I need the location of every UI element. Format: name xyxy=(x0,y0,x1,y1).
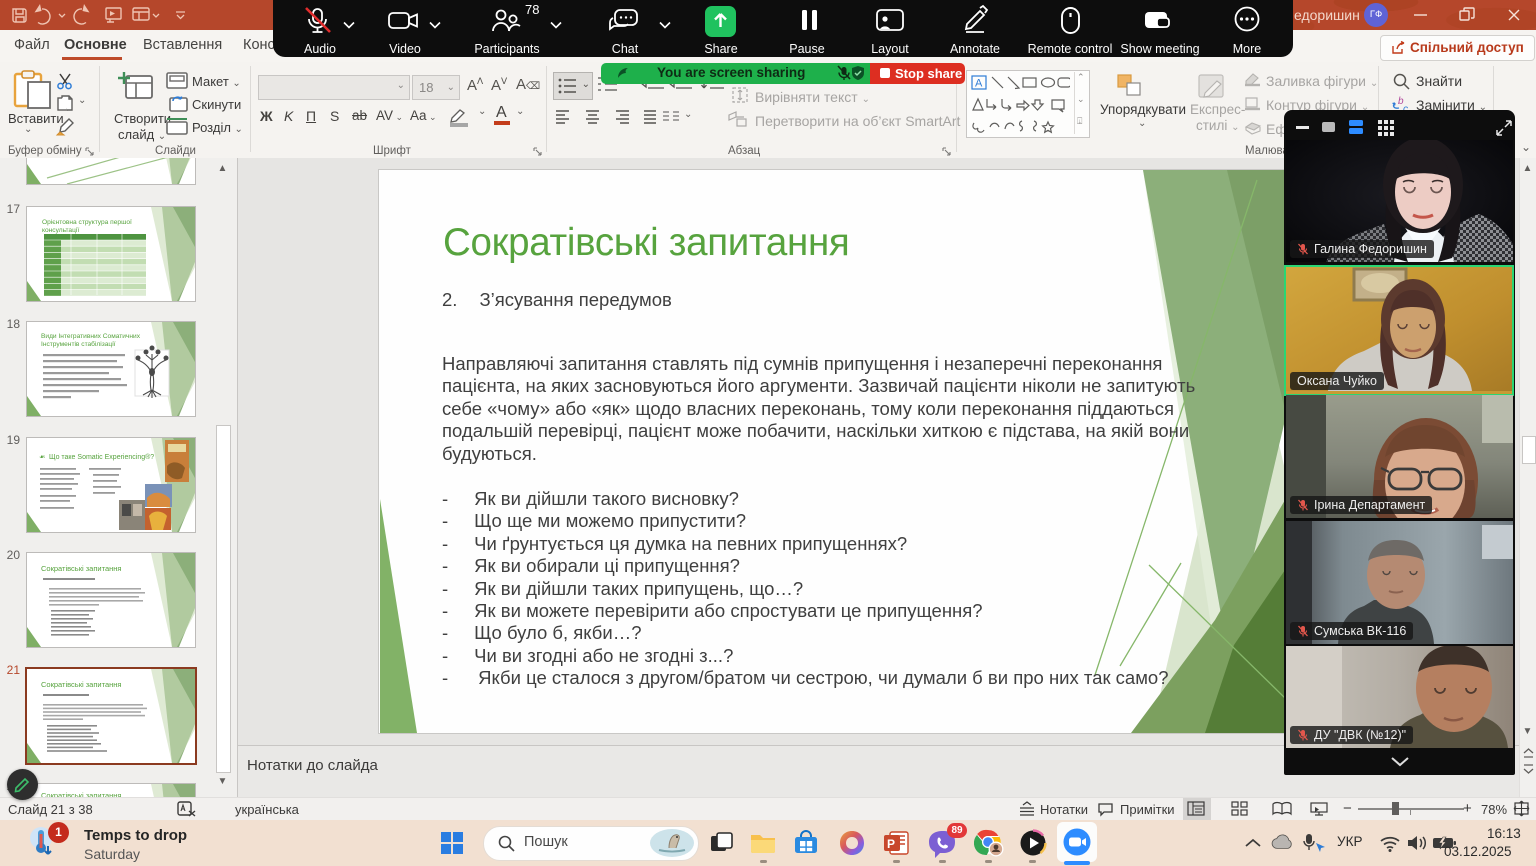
svg-text:Орієнтовна структура першої: Орієнтовна структура першої xyxy=(42,218,132,226)
svg-text:Що таке Somatic Experiencing®?: Що таке Somatic Experiencing®? xyxy=(49,453,154,461)
svg-text:Сократівські запитання: Сократівські запитання xyxy=(41,564,121,573)
svg-text:☙: ☙ xyxy=(39,454,45,461)
svg-text:P: P xyxy=(887,837,895,851)
svg-text:Інструментів стабілізації: Інструментів стабілізації xyxy=(41,340,116,348)
svg-text:консультації: консультації xyxy=(42,226,79,234)
svg-text:Сократівські запитання: Сократівські запитання xyxy=(41,680,121,689)
svg-text:A: A xyxy=(975,78,983,90)
svg-text:Види Інтегративних Соматичних: Види Інтегративних Соматичних xyxy=(41,333,141,340)
